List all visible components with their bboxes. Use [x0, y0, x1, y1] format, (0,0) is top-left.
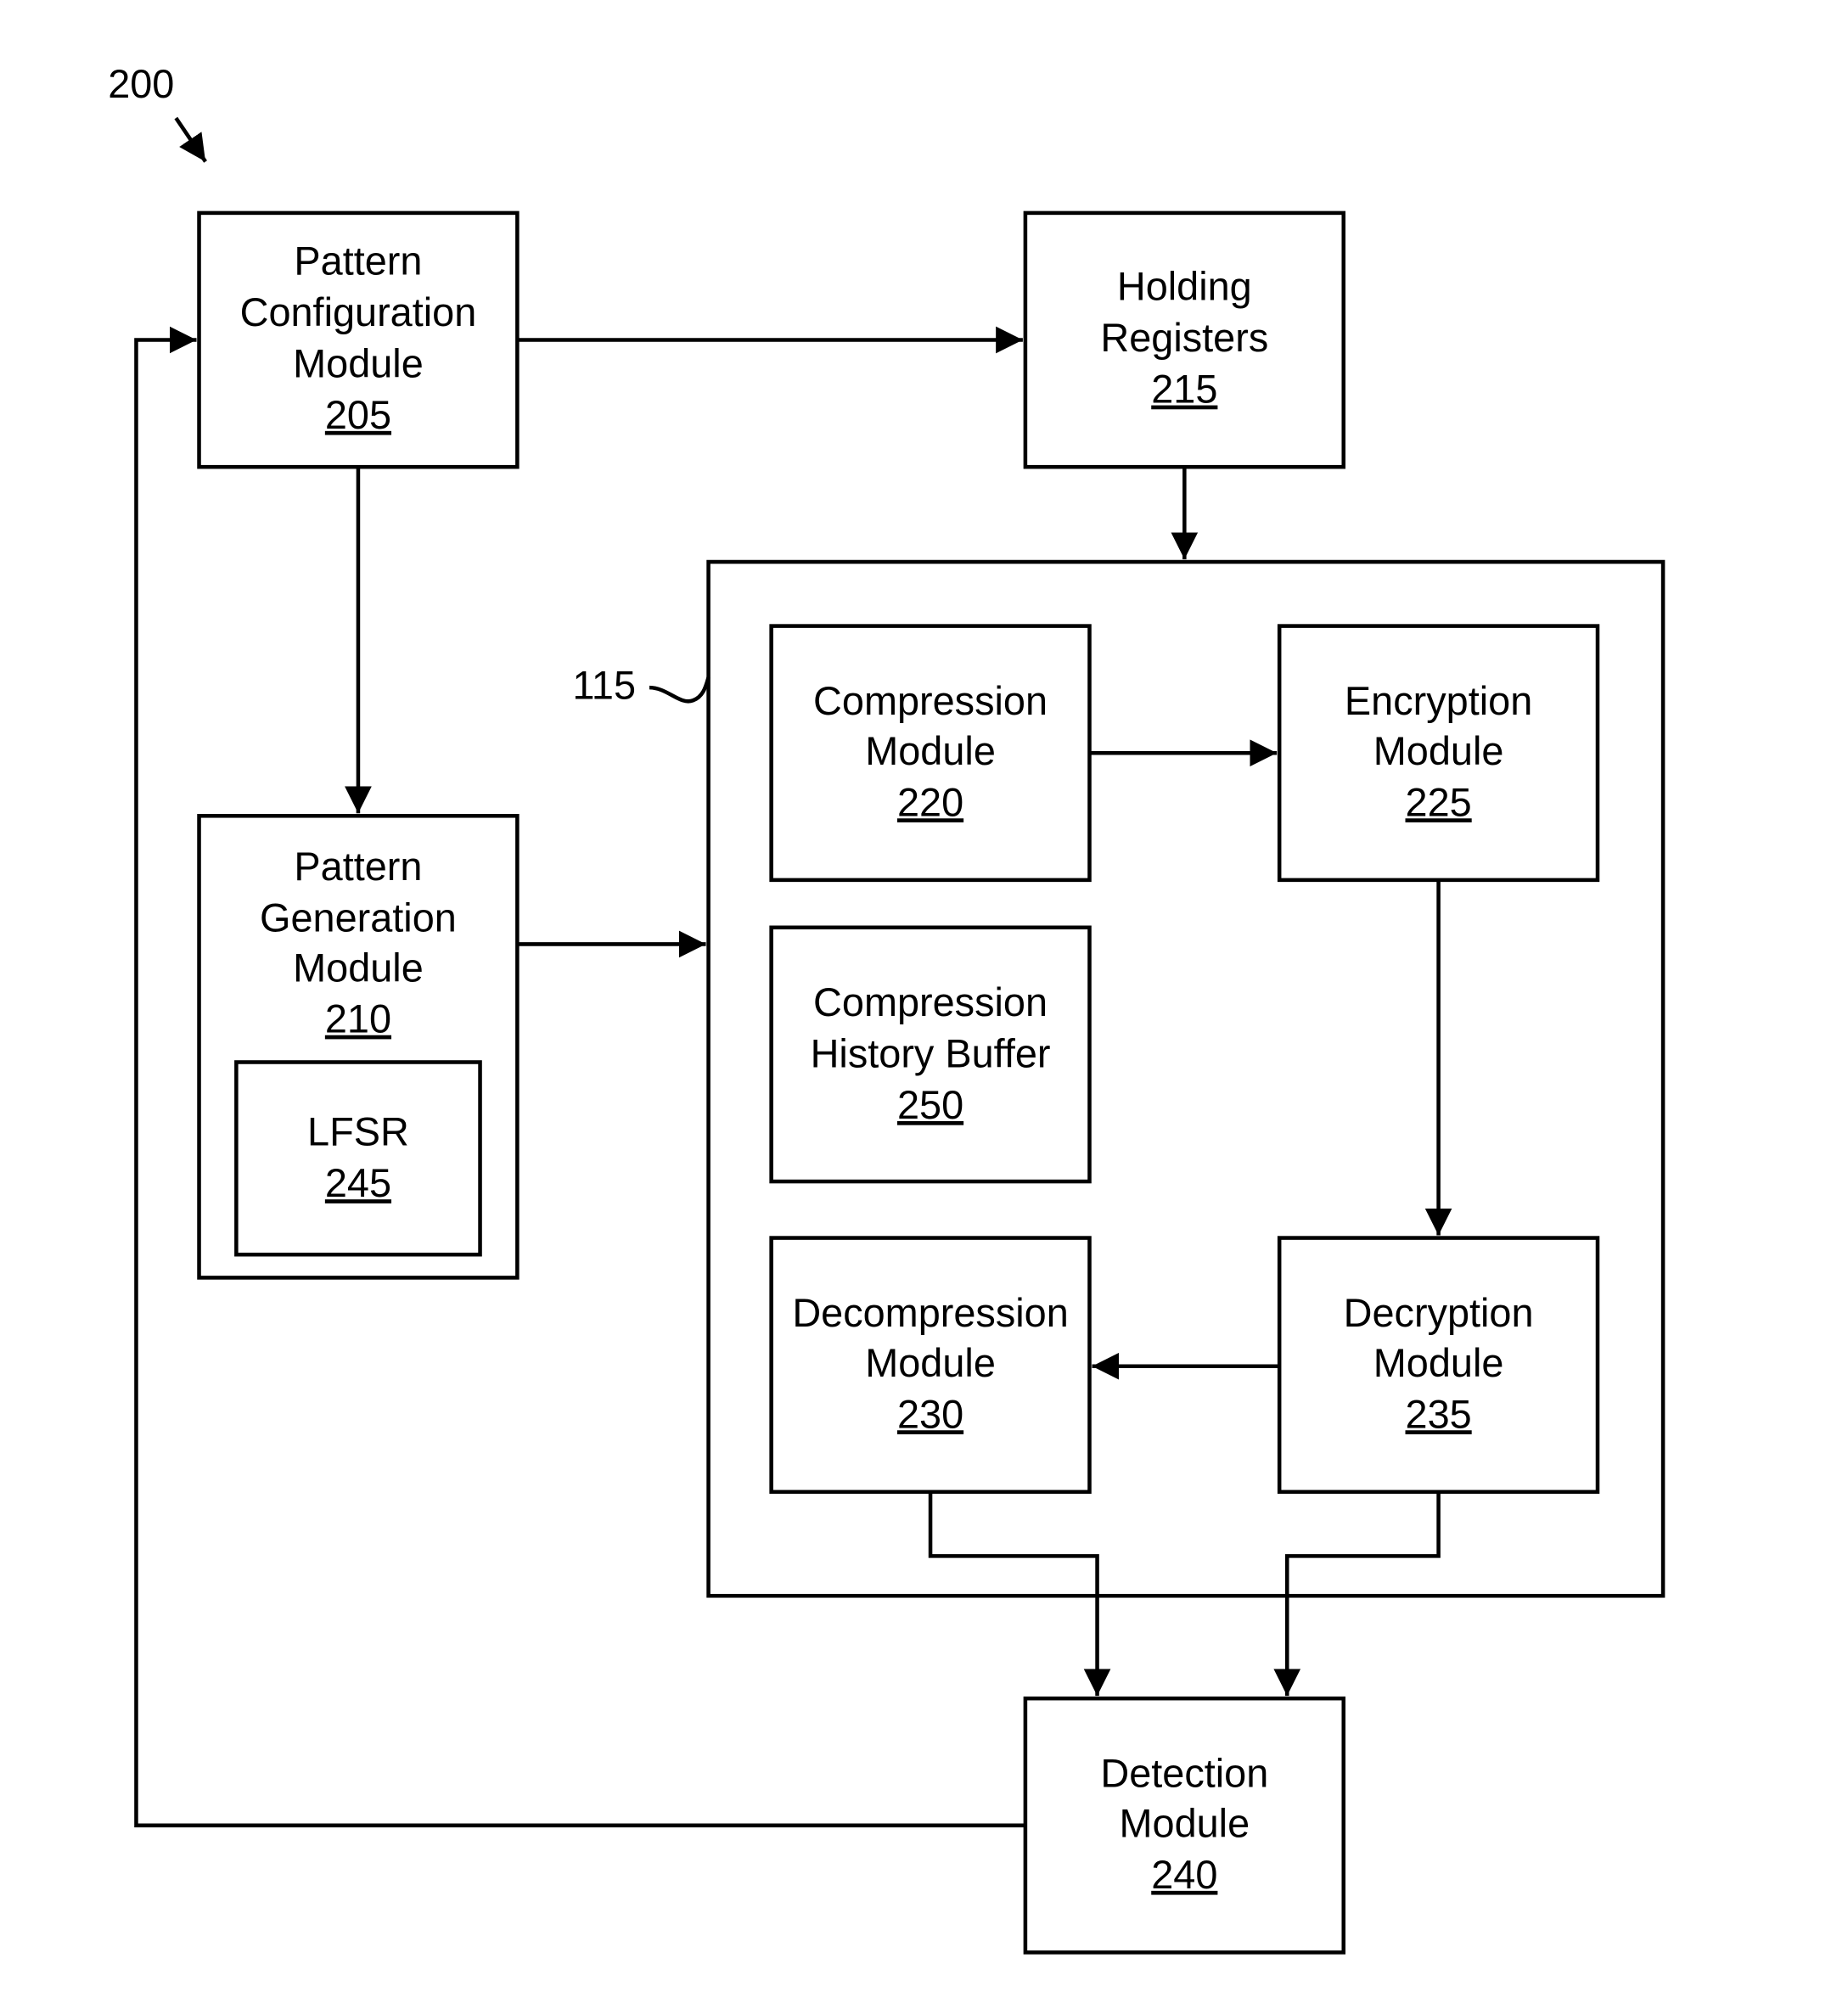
block-label: Module [1373, 729, 1504, 773]
decompression-module: Decompression Module 230 [769, 1236, 1092, 1495]
block-label: History Buffer [811, 1032, 1051, 1076]
block-ref: 205 [325, 393, 391, 437]
block-label: Compression [813, 679, 1048, 723]
block-label: Module [865, 1341, 996, 1385]
container-leader-line [649, 676, 711, 704]
block-label: Module [865, 729, 996, 773]
block-label: Encryption [1345, 679, 1532, 723]
holding-registers: Holding Registers 215 [1023, 210, 1346, 469]
block-label: Holding [1117, 265, 1252, 309]
block-ref: 230 [897, 1392, 963, 1436]
figure-pointer-arrow [174, 116, 207, 163]
figure-number: 200 [108, 62, 174, 106]
container-ref-label: 115 [572, 664, 636, 708]
compression-history-buffer: Compression History Buffer 250 [769, 925, 1092, 1184]
block-label: Pattern [294, 238, 422, 283]
block-label: LFSR [307, 1110, 409, 1154]
compression-module: Compression Module 220 [769, 624, 1092, 883]
block-ref: 225 [1406, 780, 1472, 824]
block-ref: 210 [325, 997, 391, 1041]
block-label: Detection [1100, 1751, 1268, 1795]
pattern-generation-module: Pattern Generation Module 210 LFSR 245 [197, 814, 520, 1280]
block-label: Module [293, 945, 424, 990]
block-ref: 245 [325, 1161, 391, 1205]
block-label: Decryption [1344, 1291, 1534, 1335]
block-label: Module [1120, 1801, 1250, 1845]
block-ref: 215 [1151, 367, 1217, 412]
block-ref: 235 [1406, 1392, 1472, 1436]
block-ref: 220 [897, 780, 963, 824]
block-label: Pattern [294, 844, 422, 889]
decryption-module: Decryption Module 235 [1277, 1236, 1600, 1495]
block-label: Generation [260, 895, 457, 940]
block-ref: 250 [897, 1083, 963, 1127]
block-label: Decompression [792, 1291, 1068, 1335]
block-label: Registers [1100, 316, 1268, 360]
block-label: Configuration [240, 290, 477, 334]
encryption-module: Encryption Module 225 [1277, 624, 1600, 883]
lfsr-block: LFSR 245 [234, 1060, 482, 1257]
detection-module: Detection Module 240 [1023, 1696, 1346, 1955]
block-label: Module [1373, 1341, 1504, 1385]
block-diagram: 200 115 Pattern Configuration Module 205… [108, 62, 1665, 1955]
block-ref: 240 [1151, 1853, 1217, 1897]
block-label: Compression [813, 980, 1048, 1024]
pattern-configuration-module: Pattern Configuration Module 205 [197, 210, 520, 469]
block-label: Module [293, 341, 424, 385]
